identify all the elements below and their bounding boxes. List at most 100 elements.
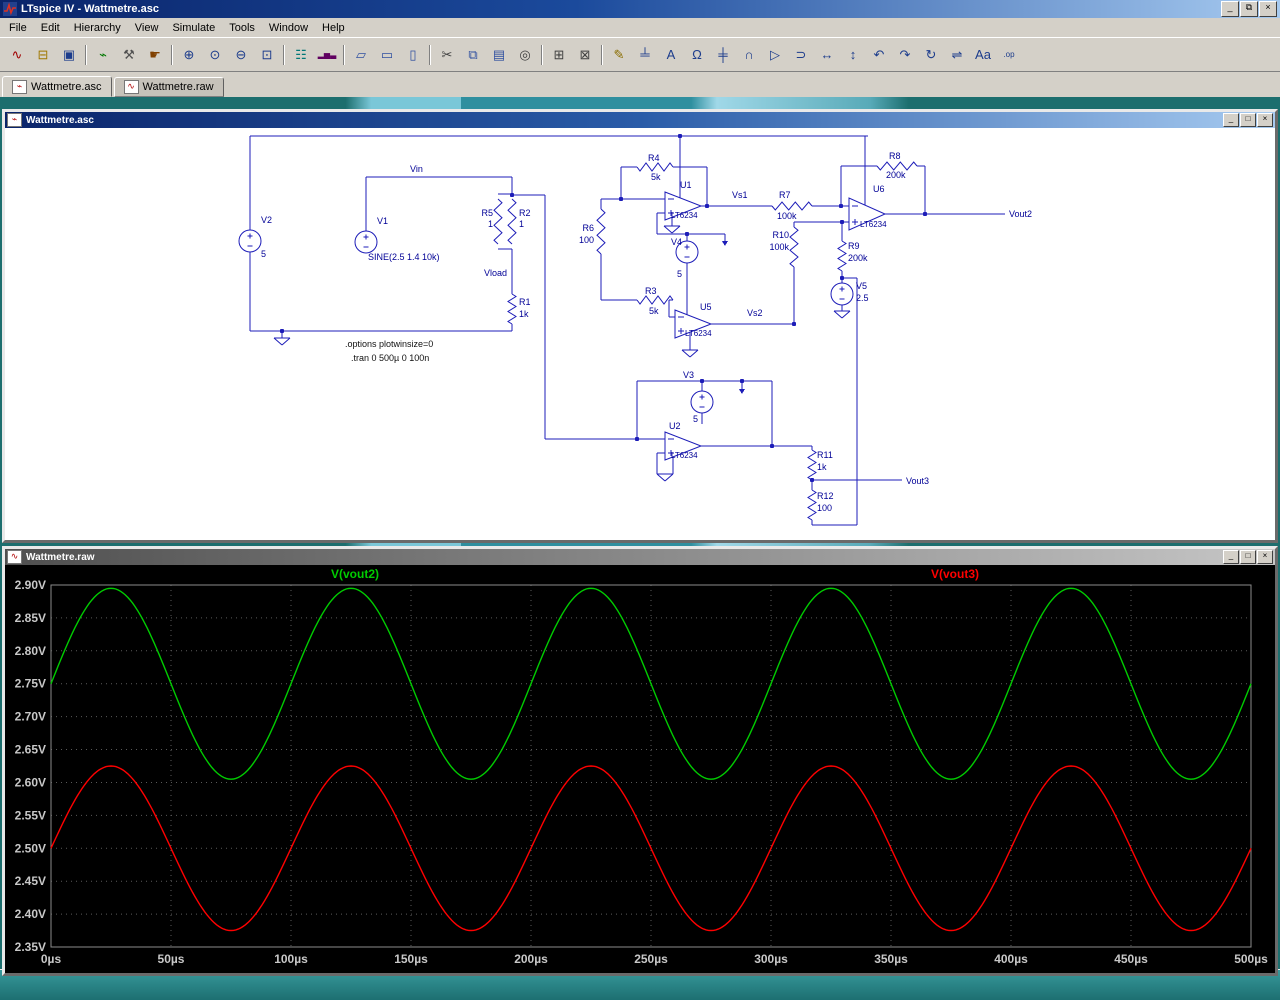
- resistor-R6[interactable]: [596, 208, 606, 255]
- y-axis-tick-label: 2.85V: [15, 611, 46, 625]
- junction-dot: [279, 328, 285, 334]
- rotate-button[interactable]: ↻: [918, 42, 944, 67]
- schematic-titlebar[interactable]: ⌁ Wattmetre.asc _ □ ×: [5, 112, 1275, 128]
- place-component-button[interactable]: ⊃: [788, 42, 814, 67]
- y-axis-tick-label: 2.55V: [15, 808, 46, 822]
- schematic-label-r11_name: R11: [817, 450, 833, 460]
- place-capacitor-button[interactable]: ╪: [710, 42, 736, 67]
- menu-bar: File Edit Hierarchy View Simulate Tools …: [0, 18, 1280, 37]
- tile-horizontal-button[interactable]: ▭: [374, 42, 400, 67]
- plot-canvas[interactable]: 2.90V 2.85V 2.80V 2.75V 2.70V 2.65V 2.60V 2.55V…: [5, 565, 1275, 973]
- junction-dot: [838, 203, 844, 209]
- drag-button[interactable]: ↕: [840, 42, 866, 67]
- voltage-source-V5[interactable]: [830, 282, 854, 306]
- halt-button[interactable]: ☛: [142, 42, 168, 67]
- tab-wattmetre-raw[interactable]: ∿ Wattmetre.raw: [113, 77, 224, 97]
- menu-item-view[interactable]: View: [128, 20, 166, 36]
- schematic-label-r5_value: 1: [488, 219, 493, 229]
- waveform-close-button[interactable]: ×: [1257, 550, 1273, 564]
- mdi-area: ⌁ Wattmetre.asc _ □ × Vin V2 5 V1 SINE(2.5 1…: [0, 97, 1280, 976]
- resistor-R12[interactable]: [807, 489, 817, 521]
- waveform-maximize-button[interactable]: □: [1240, 550, 1256, 564]
- place-diode-button[interactable]: ▷: [762, 42, 788, 67]
- voltage-source-V1[interactable]: [354, 230, 378, 254]
- voltage-source-V2[interactable]: [238, 229, 262, 253]
- cut-button[interactable]: ✂: [434, 42, 460, 67]
- menu-item-tools[interactable]: Tools: [222, 20, 262, 36]
- legend-vvout2[interactable]: V(vout2): [331, 567, 379, 581]
- schematic-canvas[interactable]: Vin V2 5 V1 SINE(2.5 1.4 10k) R5 1 R2 1 Vload R1 1k…: [5, 128, 1275, 540]
- control-panel-button[interactable]: ⚒: [116, 42, 142, 67]
- resistor-R9[interactable]: [837, 240, 847, 272]
- schematic-label-vout3: Vout3: [906, 476, 929, 486]
- tile-vertical-button[interactable]: ▯: [400, 42, 426, 67]
- spice-directive-button[interactable]: .op: [996, 42, 1022, 67]
- paste-button[interactable]: ▤: [486, 42, 512, 67]
- copy-button[interactable]: ⧉: [460, 42, 486, 67]
- resistor-R10[interactable]: [789, 226, 799, 268]
- menu-item-window[interactable]: Window: [262, 20, 315, 36]
- place-inductor-button[interactable]: ∩: [736, 42, 762, 67]
- move-button[interactable]: ↔: [814, 42, 840, 67]
- toolbar-separator: [429, 44, 431, 65]
- save-button[interactable]: ▣: [56, 42, 82, 67]
- menu-item-simulate[interactable]: Simulate: [165, 20, 222, 36]
- waveform-minimize-button[interactable]: _: [1223, 550, 1239, 564]
- resistor-R1[interactable]: [507, 293, 517, 325]
- spectrum-button[interactable]: ▂▅▃: [314, 42, 340, 67]
- wires[interactable]: [249, 135, 1005, 526]
- legend-vvout3[interactable]: V(vout3): [931, 567, 979, 581]
- resistor-R5[interactable]: [493, 198, 503, 245]
- zoom-in-button[interactable]: ⊕: [176, 42, 202, 67]
- resistor-R7[interactable]: [771, 201, 813, 211]
- open-file-button[interactable]: ⊟: [30, 42, 56, 67]
- draw-wire-button[interactable]: ✎: [606, 42, 632, 67]
- menu-item-help[interactable]: Help: [315, 20, 352, 36]
- autorange-button[interactable]: ☷: [288, 42, 314, 67]
- cascade-windows-button[interactable]: ▱: [348, 42, 374, 67]
- schematic-label-r12_name: R12: [817, 491, 834, 501]
- schematic-label-r6_value: 100: [579, 235, 594, 245]
- redo-button[interactable]: ↷: [892, 42, 918, 67]
- new-schematic-button[interactable]: ∿: [4, 42, 30, 67]
- app-minimize-button[interactable]: _: [1221, 1, 1239, 17]
- schematic-label-r11_value: 1k: [817, 462, 827, 472]
- schematic-label-v4_name: V4: [671, 237, 682, 247]
- resistor-R4[interactable]: [636, 162, 674, 172]
- resistor-R8[interactable]: [876, 161, 918, 171]
- waveform-titlebar[interactable]: ∿ Wattmetre.raw _ □ ×: [5, 549, 1275, 565]
- resistor-R2[interactable]: [507, 198, 517, 245]
- x-axis-tick-label: 350µs: [874, 952, 908, 966]
- print-button[interactable]: ⊞: [546, 42, 572, 67]
- menu-item-file[interactable]: File: [2, 20, 34, 36]
- place-ground-button[interactable]: ╧: [632, 42, 658, 67]
- schematic-minimize-button[interactable]: _: [1223, 113, 1239, 127]
- schematic-label-u6_part: LT6234: [860, 220, 887, 229]
- zoom-full-button[interactable]: ⊡: [254, 42, 280, 67]
- schematic-label-r10_value: 100k: [769, 242, 789, 252]
- place-resistor-button[interactable]: Ω: [684, 42, 710, 67]
- run-simulation-button[interactable]: ⌁: [90, 42, 116, 67]
- mirror-button[interactable]: ⇌: [944, 42, 970, 67]
- menu-item-hierarchy[interactable]: Hierarchy: [67, 20, 128, 36]
- find-button[interactable]: ◎: [512, 42, 538, 67]
- schematic-close-button[interactable]: ×: [1257, 113, 1273, 127]
- tab-wattmetre-asc[interactable]: ⌁ Wattmetre.asc: [2, 76, 112, 97]
- junction-dot: [739, 378, 745, 384]
- resistor-R3[interactable]: [636, 295, 674, 305]
- schematic-maximize-button[interactable]: □: [1240, 113, 1256, 127]
- text-tool-button[interactable]: Aa: [970, 42, 996, 67]
- app-title: LTspice IV - Wattmetre.asc: [21, 3, 159, 15]
- zoom-back-button[interactable]: ⊙: [202, 42, 228, 67]
- app-restore-button[interactable]: ⧉: [1240, 1, 1258, 17]
- undo-button[interactable]: ↶: [866, 42, 892, 67]
- resistor-R11[interactable]: [807, 449, 817, 481]
- schematic-label-r1_name: R1: [519, 297, 531, 307]
- zoom-out-button[interactable]: ⊖: [228, 42, 254, 67]
- label-net-button[interactable]: A: [658, 42, 684, 67]
- junction-dot: [839, 219, 845, 225]
- menu-item-edit[interactable]: Edit: [34, 20, 67, 36]
- app-close-button[interactable]: ×: [1259, 1, 1277, 17]
- print-preview-button[interactable]: ⊠: [572, 42, 598, 67]
- voltage-source-V3[interactable]: [690, 390, 714, 414]
